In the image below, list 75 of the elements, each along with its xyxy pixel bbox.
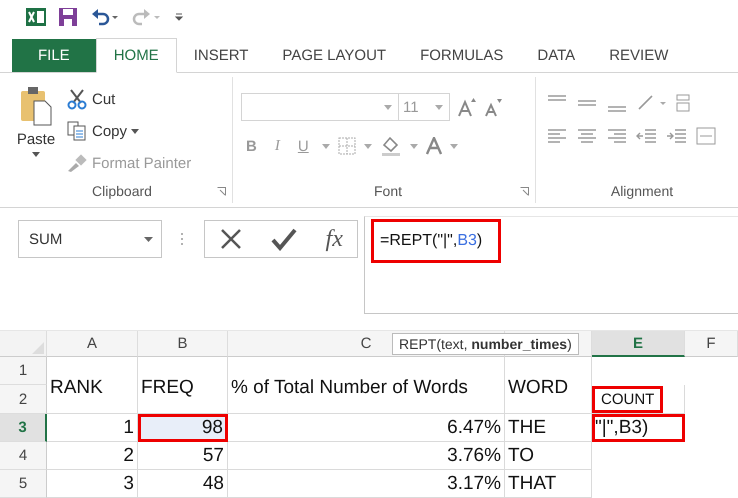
row-header[interactable]: 5: [0, 470, 47, 498]
function-tooltip: REPT(text, number_times): [392, 333, 579, 355]
table-cell: % of Total Number of Words: [228, 357, 505, 414]
increase-indent-icon[interactable]: [666, 127, 688, 145]
clipboard-icon: [19, 85, 53, 127]
row-header[interactable]: 1: [0, 357, 47, 385]
table-cell: 98: [138, 414, 228, 442]
paste-button[interactable]: Paste: [12, 85, 60, 179]
caret-icon: [384, 104, 392, 110]
spreadsheet-app-icon: [26, 7, 46, 27]
copy-icon: [66, 121, 88, 141]
formula-input[interactable]: =REPT("|",B3): [371, 219, 502, 263]
save-icon[interactable]: [58, 7, 78, 27]
table-cell: 3.17%: [228, 470, 505, 498]
decrease-font-icon[interactable]: [484, 97, 502, 117]
table-cell: COUNT: [592, 386, 664, 413]
row-header[interactable]: 3: [0, 414, 47, 442]
align-center-icon[interactable]: [576, 127, 598, 145]
table-cell: 6.47%: [228, 414, 505, 442]
dialog-launcher-icon[interactable]: [520, 186, 529, 196]
dialog-launcher-icon[interactable]: [217, 186, 226, 196]
ribbon-tab[interactable]: HOME: [96, 38, 177, 73]
table-cell: 48: [138, 470, 228, 498]
table-cell: RANK: [47, 357, 138, 414]
table-cell: THAT: [505, 470, 592, 498]
grip-icon: [180, 232, 184, 246]
clipboard-command[interactable]: Copy: [66, 117, 192, 145]
ribbon-tab[interactable]: FORMULAS: [403, 39, 520, 72]
table-cell: 57: [138, 442, 228, 470]
caret-icon[interactable]: [364, 144, 372, 148]
column-header[interactable]: F: [685, 331, 738, 357]
table-cell: WORD: [505, 357, 592, 414]
table-cell: THE: [505, 414, 592, 442]
caret-icon[interactable]: [322, 144, 330, 148]
font-name-dropdown[interactable]: [241, 93, 399, 121]
column-header[interactable]: A: [47, 331, 138, 357]
clipboard-command[interactable]: Cut: [66, 85, 192, 113]
redo-icon[interactable]: [132, 7, 162, 27]
cancel-icon[interactable]: [219, 227, 244, 251]
ribbon-tab[interactable]: PAGE LAYOUT: [265, 39, 404, 72]
caret-icon: [435, 104, 443, 110]
caret-icon[interactable]: [450, 144, 458, 148]
column-header[interactable]: B: [138, 331, 228, 357]
increase-font-icon[interactable]: [458, 97, 476, 117]
table-cell: "|",B3): [592, 414, 685, 442]
caret-icon: [32, 152, 40, 157]
table-cell: TO: [505, 442, 592, 470]
caret-icon[interactable]: [410, 144, 418, 148]
table-cell: 3.76%: [228, 442, 505, 470]
row-header[interactable]: 2: [0, 385, 47, 414]
insert-function-button[interactable]: fx: [326, 226, 343, 252]
font-color-icon[interactable]: [426, 137, 442, 155]
align-left-icon[interactable]: [546, 127, 568, 145]
borders-icon[interactable]: [338, 137, 356, 155]
checkmark-icon[interactable]: [271, 227, 298, 251]
align-right-icon[interactable]: [606, 127, 628, 145]
group-label: Clipboard: [92, 183, 152, 199]
table-cell: 3: [47, 470, 138, 498]
ribbon-tab[interactable]: INSERT: [176, 39, 266, 72]
row-header[interactable]: 4: [0, 442, 47, 470]
scissors-icon: [66, 88, 88, 110]
group-label: Alignment: [610, 183, 674, 199]
decrease-indent-icon[interactable]: [636, 127, 658, 145]
group-label: Font: [374, 183, 402, 199]
fill-bucket-icon[interactable]: [380, 135, 402, 157]
ribbon-tab[interactable]: REVIEW: [592, 39, 686, 72]
paintbrush-icon: [66, 153, 88, 173]
ribbon-tab[interactable]: DATA: [520, 39, 592, 72]
undo-icon[interactable]: [90, 7, 120, 27]
name-box[interactable]: SUM: [18, 220, 162, 258]
customize-menu-icon[interactable]: [174, 11, 184, 23]
table-cell: 2: [47, 442, 138, 470]
column-header[interactable]: E: [592, 331, 685, 357]
ribbon-tab[interactable]: FILE: [12, 39, 96, 72]
merge-cells-icon[interactable]: [696, 127, 716, 145]
